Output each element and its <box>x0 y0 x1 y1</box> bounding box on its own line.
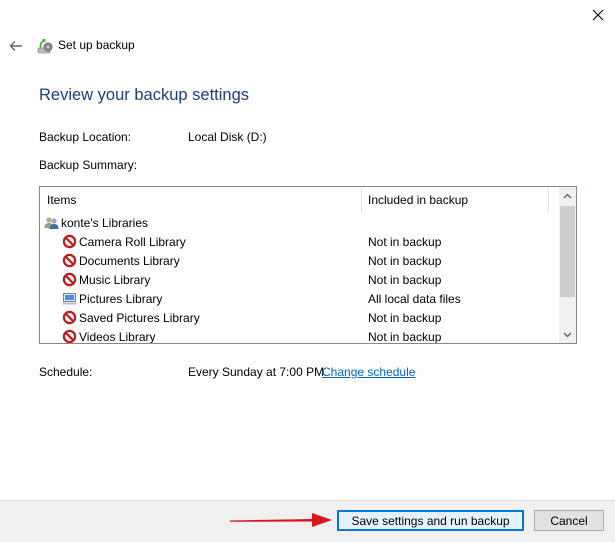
item-status: Not in backup <box>368 273 442 287</box>
backup-summary-list[interactable]: Items Included in backup konte's Librari… <box>39 186 577 344</box>
item-name: Documents Library <box>79 254 180 268</box>
column-header-included[interactable]: Included in backup <box>368 193 468 207</box>
item-status: Not in backup <box>368 235 442 249</box>
schedule-label: Schedule: <box>39 365 93 379</box>
chevron-down-icon <box>563 332 572 337</box>
item-status: All local data files <box>368 292 461 306</box>
app-title: Set up backup <box>58 38 135 52</box>
list-item[interactable]: Pictures Library All local data files <box>40 289 560 308</box>
scroll-thumb[interactable] <box>560 206 575 297</box>
cancel-button[interactable]: Cancel <box>534 510 604 531</box>
blocked-icon <box>62 234 77 249</box>
item-name: konte's Libraries <box>61 216 148 230</box>
item-status: Not in backup <box>368 254 442 268</box>
item-status: Not in backup <box>368 311 442 325</box>
blocked-icon <box>62 272 77 287</box>
list-item[interactable]: konte's Libraries <box>40 213 560 232</box>
change-schedule-link[interactable]: Change schedule <box>322 365 415 379</box>
blocked-icon <box>62 310 77 325</box>
chevron-up-icon <box>563 193 572 198</box>
column-divider[interactable] <box>548 187 549 213</box>
list-header: Items Included in backup <box>40 187 560 213</box>
backup-location-label: Backup Location: <box>39 130 132 144</box>
blocked-icon <box>62 329 77 343</box>
schedule-value: Every Sunday at 7:00 PM <box>188 365 325 379</box>
save-and-run-backup-button[interactable]: Save settings and run backup <box>337 510 524 531</box>
vertical-scrollbar[interactable] <box>559 187 576 343</box>
list-item[interactable]: Saved Pictures Library Not in backup <box>40 308 560 327</box>
backup-location-value: Local Disk (D:) <box>188 130 267 144</box>
list-item[interactable]: Documents Library Not in backup <box>40 251 560 270</box>
item-name: Videos Library <box>79 330 156 344</box>
blocked-icon <box>62 253 77 268</box>
list-item[interactable]: Videos Library Not in backup <box>40 327 560 344</box>
scroll-up-button[interactable] <box>559 187 576 204</box>
users-icon <box>44 215 59 230</box>
list-item[interactable]: Camera Roll Library Not in backup <box>40 232 560 251</box>
item-name: Camera Roll Library <box>79 235 186 249</box>
back-arrow-icon <box>9 41 22 51</box>
list-item[interactable]: Music Library Not in backup <box>40 270 560 289</box>
back-button[interactable] <box>6 36 26 56</box>
page-title: Review your backup settings <box>39 86 250 104</box>
item-name: Music Library <box>79 273 151 287</box>
annotation-arrow-icon <box>230 513 332 527</box>
column-divider[interactable] <box>361 187 362 213</box>
close-button[interactable] <box>585 2 611 28</box>
item-status: Not in backup <box>368 330 442 344</box>
backup-summary-label: Backup Summary: <box>39 158 138 172</box>
column-header-items[interactable]: Items <box>47 193 76 207</box>
item-name: Saved Pictures Library <box>79 311 200 325</box>
item-name: Pictures Library <box>79 292 163 306</box>
close-icon <box>592 9 604 21</box>
backup-icon <box>37 38 53 54</box>
scroll-down-button[interactable] <box>559 326 576 343</box>
computer-icon <box>62 291 77 306</box>
